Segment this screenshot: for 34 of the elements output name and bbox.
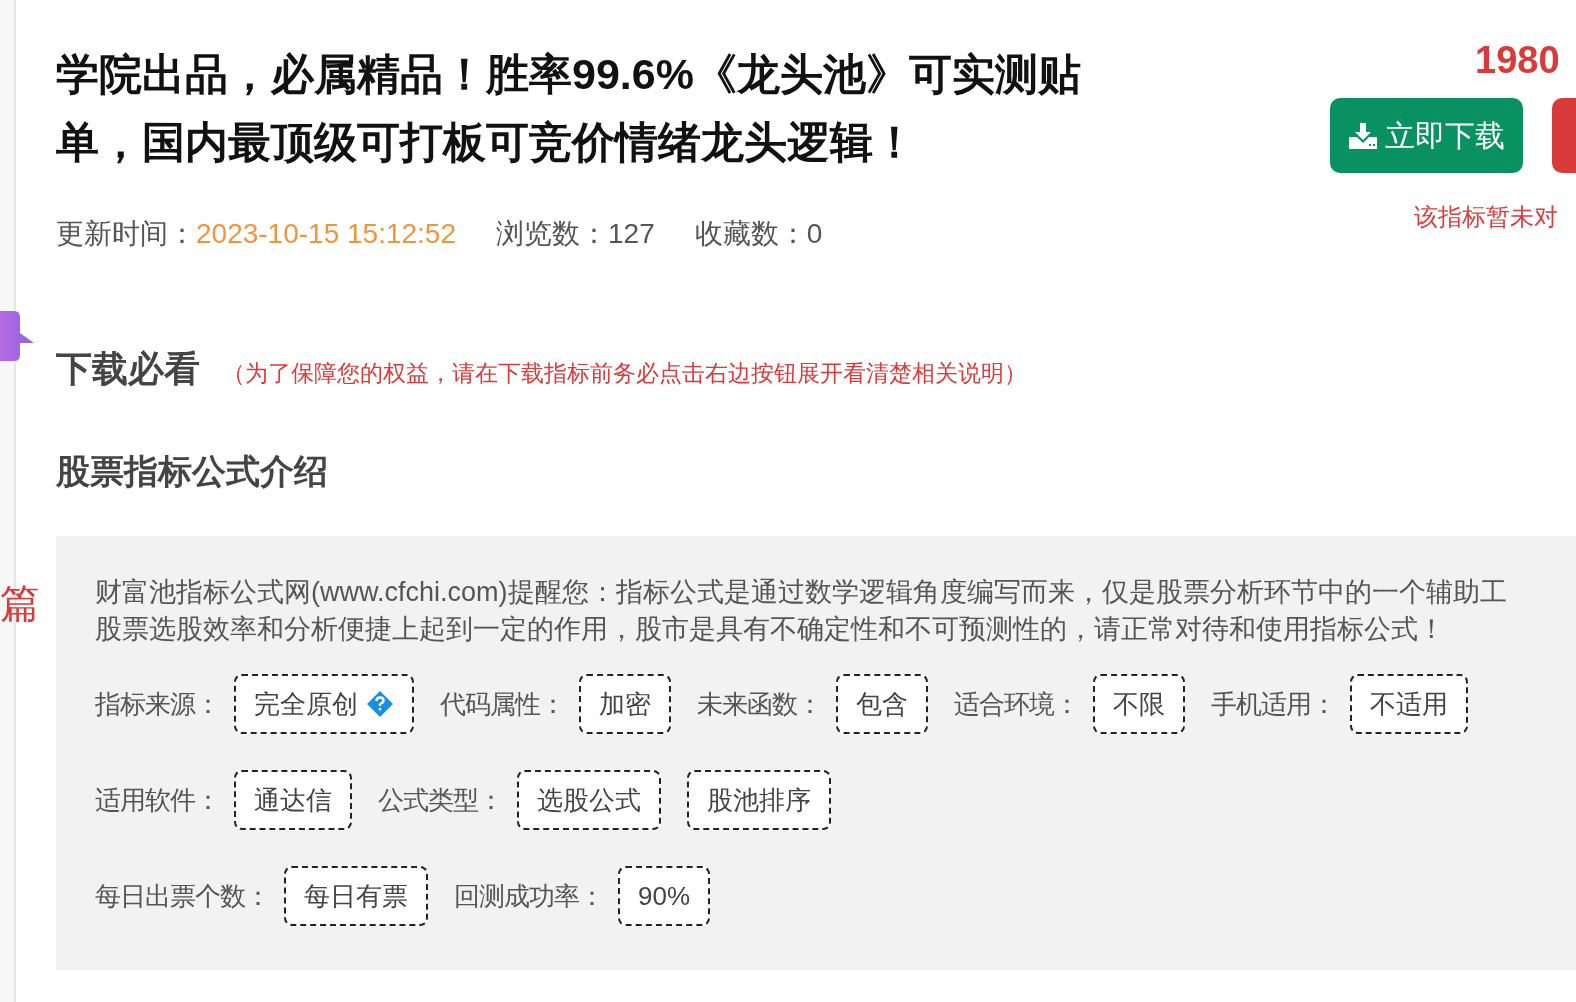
download-icon [1348,122,1377,149]
property-value: 股池排序 [687,770,831,830]
property-value: 加密 [579,674,671,734]
notice-text: 该指标暂未对 [1414,202,1558,232]
reminder-paragraph: 财富池指标公式网(www.cfchi.com)提醒您：指标公式是通过数学逻辑角度编写而来，仅是股票分析环节中的一个辅助工 股票选股效率和分析便捷上起到一定的作用，股市是具有不确定性和不可预测性的，请正常对待和使用指标公式！ [95,576,1508,646]
property-value: 通达信 [234,770,352,830]
property-value: 不适用 [1350,674,1468,734]
side-label[interactable]: 篇 [0,578,40,628]
download-note: （为了保障您的权益，请在下载指标前务必点击右边按钮展开看清楚相关说明） [222,359,1027,388]
property-label: 指标来源： [95,687,220,721]
property-label: 回测成功率： [454,879,604,913]
meta-info: 更新时间：2023-10-15 15:12:52 [56,217,456,251]
property-value: 每日有票 [284,866,428,926]
meta-info: 浏览数：127 [496,217,655,251]
property-value: 包含 [836,674,928,734]
property-value: 不限 [1093,674,1185,734]
section-heading: 下载必看 [56,347,200,391]
property-label: 适合环境： [954,687,1079,721]
side-tab[interactable] [0,311,34,361]
property-value: 选股公式 [517,770,661,830]
property-label: 未来函数： [697,687,822,721]
property-label: 代码属性： [440,687,565,721]
article-title: 学院出品，必属精品！胜率99.6%《龙头池》可实测贴 单，国内最顶级可打板可竞价情绪龙头逻辑！ [56,49,1082,168]
property-value: 90% [618,866,711,926]
property-label: 每日出票个数： [95,879,270,913]
property-label: 手机适用： [1211,687,1336,721]
price: 1980 [1475,38,1560,82]
download-button[interactable]: 立即下载 [1330,98,1523,173]
help-icon[interactable] [366,690,394,718]
meta-info: 收藏数：0 [694,217,823,251]
property-value: 完全原创 [234,674,414,734]
section-heading: 股票指标公式介绍 [56,451,329,492]
property-label: 适用软件： [95,783,220,817]
property-label: 公式类型： [378,783,503,817]
